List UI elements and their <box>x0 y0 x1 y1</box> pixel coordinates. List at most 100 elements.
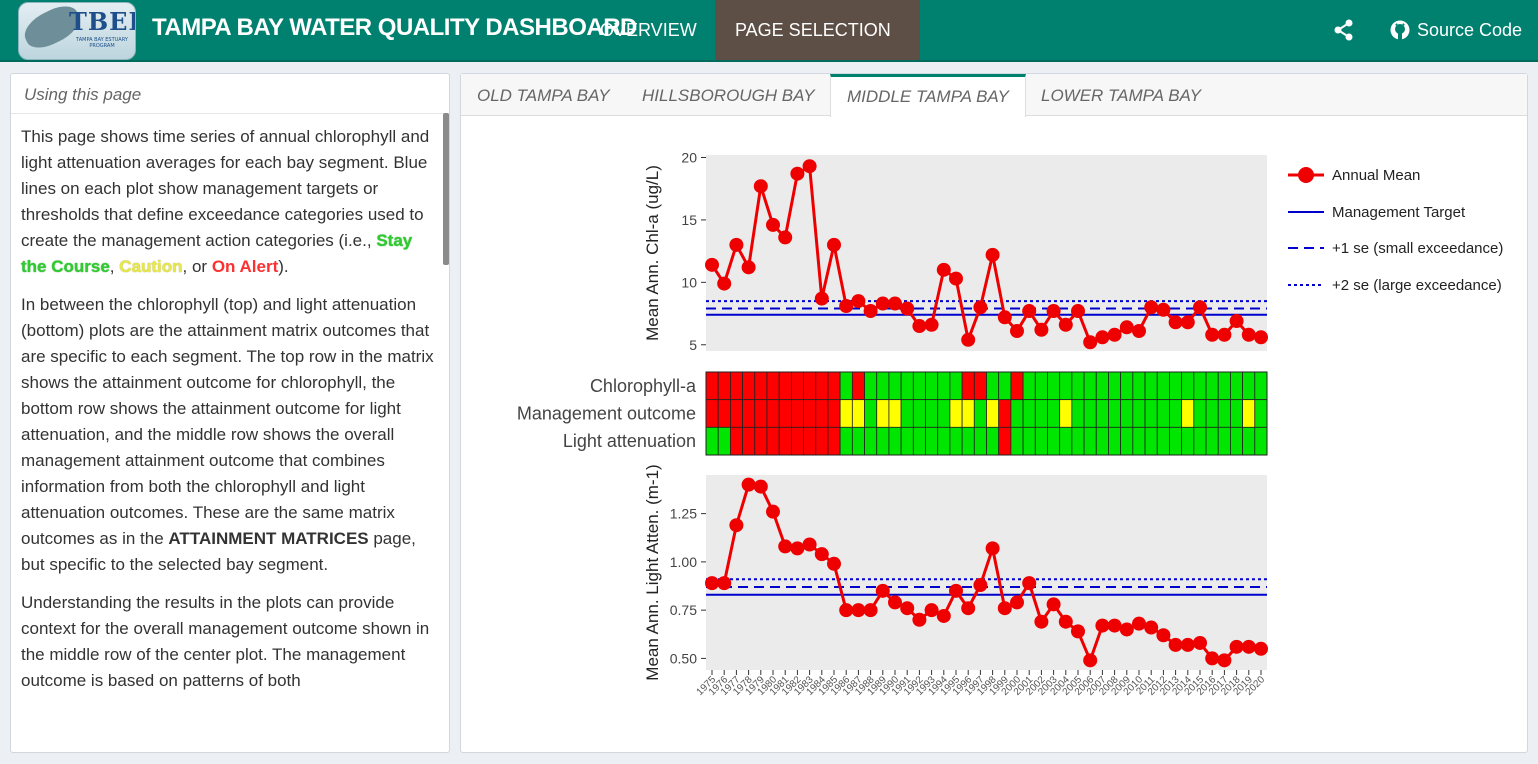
matrix-cell-0-2008[interactable] <box>1108 371 1122 401</box>
matrix-cell-0-1988[interactable] <box>864 371 878 401</box>
matrix-cell-2-2020[interactable] <box>1254 426 1268 456</box>
la-point-2009[interactable] <box>1119 622 1134 637</box>
matrix-cell-1-2005[interactable] <box>1071 399 1085 428</box>
matrix-cell-1-2003[interactable] <box>1047 399 1061 428</box>
la-point-2008[interactable] <box>1107 618 1122 633</box>
la-point-1982[interactable] <box>790 541 805 556</box>
matrix-cell-1-1985[interactable] <box>827 399 841 428</box>
la-point-2015[interactable] <box>1193 635 1207 650</box>
la-point-1976[interactable] <box>717 576 732 591</box>
matrix-cell-0-1994[interactable] <box>937 371 951 401</box>
la-point-2001[interactable] <box>1022 576 1037 591</box>
chla-point-1987[interactable] <box>851 294 866 309</box>
chla-point-2010[interactable] <box>1132 324 1146 339</box>
matrix-cell-0-1989[interactable] <box>876 371 890 401</box>
matrix-cell-2-1994[interactable] <box>937 426 951 456</box>
matrix-cell-2-1986[interactable] <box>839 426 853 456</box>
la-point-2007[interactable] <box>1095 618 1110 633</box>
chla-point-1999[interactable] <box>997 310 1012 325</box>
la-point-2004[interactable] <box>1058 614 1073 629</box>
matrix-cell-1-2002[interactable] <box>1034 399 1048 428</box>
la-point-1990[interactable] <box>888 595 902 610</box>
matrix-cell-2-1992[interactable] <box>912 426 926 456</box>
matrix-cell-1-1996[interactable] <box>961 399 975 428</box>
chla-point-2014[interactable] <box>1180 315 1195 330</box>
la-point-1999[interactable] <box>997 601 1012 616</box>
matrix-cell-0-1993[interactable] <box>925 371 939 401</box>
matrix-cell-1-2010[interactable] <box>1132 399 1146 428</box>
matrix-cell-1-1986[interactable] <box>839 399 853 428</box>
chla-point-1988[interactable] <box>863 304 878 319</box>
matrix-cell-2-2018[interactable] <box>1230 426 1244 456</box>
la-point-1981[interactable] <box>778 539 793 554</box>
la-point-1995[interactable] <box>949 583 963 598</box>
matrix-cell-1-2004[interactable] <box>1059 399 1073 428</box>
chla-point-1978[interactable] <box>741 260 756 275</box>
matrix-cell-0-1996[interactable] <box>961 371 975 401</box>
chla-point-2002[interactable] <box>1034 322 1049 337</box>
matrix-cell-2-2010[interactable] <box>1132 426 1146 456</box>
matrix-cell-2-1976[interactable] <box>717 426 731 456</box>
matrix-cell-2-2004[interactable] <box>1059 426 1073 456</box>
matrix-cell-0-2011[interactable] <box>1144 371 1158 401</box>
matrix-cell-1-2006[interactable] <box>1083 399 1097 428</box>
chla-point-1991[interactable] <box>900 301 915 316</box>
matrix-cell-1-1984[interactable] <box>815 399 829 428</box>
chla-point-2000[interactable] <box>1010 324 1024 339</box>
chla-point-2015[interactable] <box>1193 300 1207 315</box>
matrix-cell-1-1992[interactable] <box>912 399 926 428</box>
matrix-cell-0-2005[interactable] <box>1071 371 1085 401</box>
matrix-cell-1-1995[interactable] <box>949 399 963 428</box>
chla-point-2020[interactable] <box>1254 330 1268 345</box>
chla-point-1995[interactable] <box>949 271 963 286</box>
matrix-cell-1-2009[interactable] <box>1120 399 1134 428</box>
chla-point-1992[interactable] <box>912 319 927 334</box>
matrix-cell-1-1978[interactable] <box>742 399 756 428</box>
matrix-cell-2-2003[interactable] <box>1047 426 1061 456</box>
matrix-cell-0-2016[interactable] <box>1205 371 1219 401</box>
chla-point-2012[interactable] <box>1156 302 1171 317</box>
la-point-2017[interactable] <box>1217 653 1232 668</box>
chla-point-1993[interactable] <box>924 317 939 332</box>
matrix-cell-2-2019[interactable] <box>1242 426 1256 456</box>
matrix-cell-0-2014[interactable] <box>1181 371 1195 401</box>
matrix-cell-2-2007[interactable] <box>1095 426 1109 456</box>
matrix-cell-2-2002[interactable] <box>1034 426 1048 456</box>
matrix-cell-2-1984[interactable] <box>815 426 829 456</box>
matrix-cell-1-2016[interactable] <box>1205 399 1219 428</box>
matrix-cell-1-1990[interactable] <box>888 399 902 428</box>
la-point-1978[interactable] <box>741 477 756 492</box>
matrix-cell-0-1976[interactable] <box>717 371 731 401</box>
matrix-cell-2-1990[interactable] <box>888 426 902 456</box>
la-point-1979[interactable] <box>753 479 768 494</box>
la-point-2010[interactable] <box>1132 616 1146 631</box>
matrix-cell-1-1987[interactable] <box>851 399 865 428</box>
matrix-cell-1-2018[interactable] <box>1230 399 1244 428</box>
matrix-cell-1-1999[interactable] <box>998 399 1012 428</box>
matrix-cell-2-1983[interactable] <box>803 426 817 456</box>
matrix-cell-0-1979[interactable] <box>754 371 768 401</box>
matrix-cell-0-1981[interactable] <box>778 371 792 401</box>
la-point-1988[interactable] <box>863 603 878 618</box>
la-point-2016[interactable] <box>1205 651 1220 666</box>
matrix-cell-1-1991[interactable] <box>900 399 914 428</box>
la-point-1997[interactable] <box>973 578 988 593</box>
chla-point-1997[interactable] <box>973 300 988 315</box>
matrix-cell-0-2009[interactable] <box>1120 371 1134 401</box>
matrix-cell-0-2007[interactable] <box>1095 371 1109 401</box>
matrix-cell-0-2017[interactable] <box>1217 371 1231 401</box>
matrix-cell-2-2008[interactable] <box>1108 426 1122 456</box>
matrix-cell-1-1993[interactable] <box>925 399 939 428</box>
chla-point-1986[interactable] <box>839 299 854 314</box>
matrix-cell-2-1988[interactable] <box>864 426 878 456</box>
matrix-cell-1-1988[interactable] <box>864 399 878 428</box>
matrix-cell-1-1979[interactable] <box>754 399 768 428</box>
matrix-cell-1-2008[interactable] <box>1108 399 1122 428</box>
la-point-1980[interactable] <box>766 504 780 519</box>
matrix-cell-2-1975[interactable] <box>705 426 719 456</box>
matrix-cell-0-1987[interactable] <box>851 371 865 401</box>
matrix-cell-1-1983[interactable] <box>803 399 817 428</box>
matrix-cell-2-1981[interactable] <box>778 426 792 456</box>
chla-point-2013[interactable] <box>1168 315 1183 330</box>
matrix-cell-0-1983[interactable] <box>803 371 817 401</box>
